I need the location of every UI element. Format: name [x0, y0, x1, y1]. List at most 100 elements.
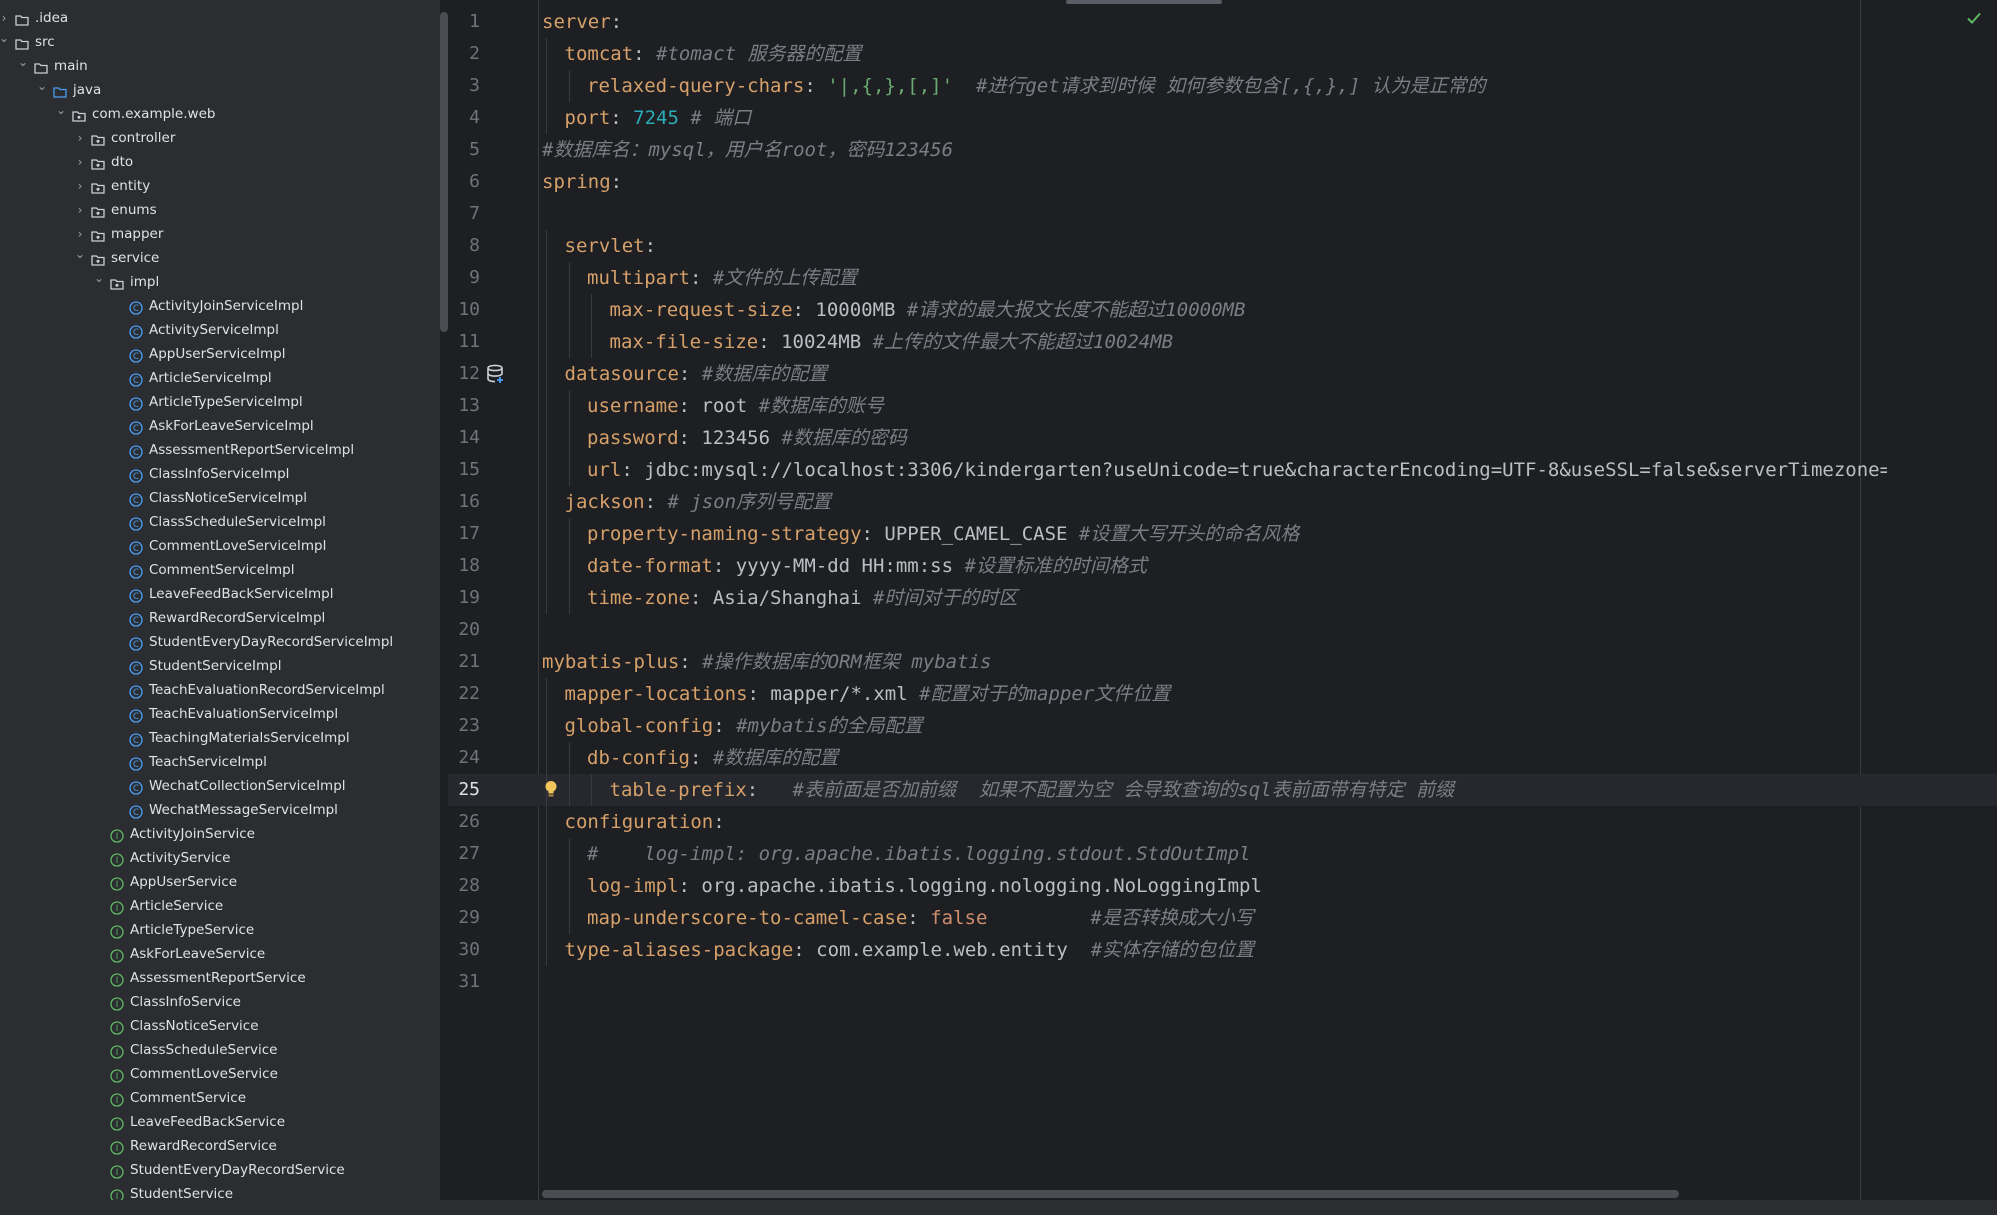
code-line[interactable]: 26 configuration: [448, 806, 1997, 838]
tree-item-leavefeedbackservice[interactable]: I LeaveFeedBackService [0, 1110, 440, 1134]
project-tree-panel[interactable]: › .idea ⌄ src ⌄ main ⌄ java ⌄ com.example.web › con… [0, 0, 440, 1200]
check-icon[interactable] [1966, 10, 1982, 26]
chevron-right-icon[interactable]: › [73, 198, 87, 222]
tree-item-classscheduleservice[interactable]: I ClassScheduleService [0, 1038, 440, 1062]
chevron-down-icon[interactable]: ⌄ [92, 266, 106, 290]
tree-item-activityservice[interactable]: I ActivityService [0, 846, 440, 870]
project-tree-scrollbar[interactable] [440, 12, 448, 332]
code-line[interactable]: 31 [448, 966, 1997, 998]
tree-item-dto[interactable]: › dto [0, 150, 440, 174]
tree-item-src[interactable]: ⌄ src [0, 30, 440, 54]
tree-item-activityjoinserviceimpl[interactable]: C ActivityJoinServiceImpl [0, 294, 440, 318]
code-line[interactable]: 9 multipart: #文件的上传配置 [448, 262, 1997, 294]
code-line[interactable]: 18 date-format: yyyy-MM-dd HH:mm:ss #设置标准… [448, 550, 1997, 582]
code-line[interactable]: 16 jackson: # json序列号配置 [448, 486, 1997, 518]
tree-item-activityserviceimpl[interactable]: C ActivityServiceImpl [0, 318, 440, 342]
code-line[interactable]: 17 property-naming-strategy: UPPER_CAMEL_… [448, 518, 1997, 550]
chevron-right-icon[interactable]: › [73, 126, 87, 150]
tree-item-activityjoinservice[interactable]: I ActivityJoinService [0, 822, 440, 846]
tree-item-impl[interactable]: ⌄ impl [0, 270, 440, 294]
code-line[interactable]: 15 url: jdbc:mysql://localhost:3306/kinde… [448, 454, 1997, 486]
tree-item-service[interactable]: ⌄ service [0, 246, 440, 270]
code-line[interactable]: 27 # log-impl: org.apache.ibatis.logging.… [448, 838, 1997, 870]
chevron-down-icon[interactable]: ⌄ [16, 50, 30, 74]
tree-item-rewardrecordservice[interactable]: I RewardRecordService [0, 1134, 440, 1158]
tree-item-articleserviceimpl[interactable]: C ArticleServiceImpl [0, 366, 440, 390]
code-line[interactable]: 1 server: [448, 6, 1997, 38]
tree-item-assessmentreportserviceimpl[interactable]: C AssessmentReportServiceImpl [0, 438, 440, 462]
code-line[interactable]: 2 tomcat: #tomact 服务器的配置 [448, 38, 1997, 70]
tree-item-leavefeedbackserviceimpl[interactable]: C LeaveFeedBackServiceImpl [0, 582, 440, 606]
tree-item-classscheduleserviceimpl[interactable]: C ClassScheduleServiceImpl [0, 510, 440, 534]
tree-item-teachserviceimpl[interactable]: C TeachServiceImpl [0, 750, 440, 774]
code-line[interactable]: 11 max-file-size: 10024MB #上传的文件最大不能超过100… [448, 326, 1997, 358]
tree-item-entity[interactable]: › entity [0, 174, 440, 198]
tree-item-rewardrecordserviceimpl[interactable]: C RewardRecordServiceImpl [0, 606, 440, 630]
tree-item-commentservice[interactable]: I CommentService [0, 1086, 440, 1110]
code-line[interactable]: 19 time-zone: Asia/Shanghai #时间对于的时区 [448, 582, 1997, 614]
code-line[interactable]: 6 spring: [448, 166, 1997, 198]
code-line[interactable]: 14 password: 123456 #数据库的密码 [448, 422, 1997, 454]
code-line[interactable]: 22 mapper-locations: mapper/*.xml #配置对于的m… [448, 678, 1997, 710]
tree-item-studentservice[interactable]: I StudentService [0, 1182, 440, 1200]
tree-item-studenteverydayrecordservice[interactable]: I StudentEveryDayRecordService [0, 1158, 440, 1182]
tree-item-articletypeserviceimpl[interactable]: C ArticleTypeServiceImpl [0, 390, 440, 414]
chevron-right-icon[interactable]: › [73, 174, 87, 198]
chevron-down-icon[interactable]: ⌄ [73, 242, 87, 266]
code-line[interactable]: 21 mybatis-plus: #操作数据库的ORM框架 mybatis [448, 646, 1997, 678]
tree-item-wechatcollectionserviceimpl[interactable]: C WechatCollectionServiceImpl [0, 774, 440, 798]
tree-item-classnoticeservice[interactable]: I ClassNoticeService [0, 1014, 440, 1038]
tree-item-articletypeservice[interactable]: I ArticleTypeService [0, 918, 440, 942]
tree-item-wechatmessageserviceimpl[interactable]: C WechatMessageServiceImpl [0, 798, 440, 822]
tree-item-mapper[interactable]: › mapper [0, 222, 440, 246]
chevron-down-icon[interactable]: ⌄ [35, 74, 49, 98]
tree-item-commentserviceimpl[interactable]: C CommentServiceImpl [0, 558, 440, 582]
code-line[interactable]: 20 [448, 614, 1997, 646]
tree-item-controller[interactable]: › controller [0, 126, 440, 150]
code-line[interactable]: 12 datasource: #数据库的配置 [448, 358, 1997, 390]
tree-item-classinfoserviceimpl[interactable]: C ClassInfoServiceImpl [0, 462, 440, 486]
code-line[interactable]: 23 global-config: #mybatis的全局配置 [448, 710, 1997, 742]
code-line[interactable]: 8 servlet: [448, 230, 1997, 262]
tab-strip-scroll-thumb[interactable] [1066, 0, 1222, 4]
tree-item-teachevaluationserviceimpl[interactable]: C TeachEvaluationServiceImpl [0, 702, 440, 726]
code-editor[interactable]: 1 server: 2 tomcat: #tomact 服务器的配置 3 relaxed-… [448, 0, 1997, 1200]
tree-item-teachingmaterialsserviceimpl[interactable]: C TeachingMaterialsServiceImpl [0, 726, 440, 750]
tree-item-classnoticeserviceimpl[interactable]: C ClassNoticeServiceImpl [0, 486, 440, 510]
code-line[interactable]: 7 [448, 198, 1997, 230]
chevron-right-icon[interactable]: › [73, 150, 87, 174]
tree-item-classinfoservice[interactable]: I ClassInfoService [0, 990, 440, 1014]
tree-item-com-example-web[interactable]: ⌄ com.example.web [0, 102, 440, 126]
tree-item-askforleaveserviceimpl[interactable]: C AskForLeaveServiceImpl [0, 414, 440, 438]
tree-item--idea[interactable]: › .idea [0, 6, 440, 30]
tree-item-studentserviceimpl[interactable]: C StudentServiceImpl [0, 654, 440, 678]
tree-item-askforleaveservice[interactable]: I AskForLeaveService [0, 942, 440, 966]
package-icon [91, 203, 105, 218]
code-line[interactable]: 5 #数据库名：mysql，用户名root，密码123456 [448, 134, 1997, 166]
code-line[interactable]: 28 log-impl: org.apache.ibatis.logging.no… [448, 870, 1997, 902]
tree-item-commentloveserviceimpl[interactable]: C CommentLoveServiceImpl [0, 534, 440, 558]
code-line[interactable]: 25 table-prefix: #表前面是否加前缀 如果不配置为空 会导致查询的… [448, 774, 1997, 806]
code-line[interactable]: 4 port: 7245 # 端口 [448, 102, 1997, 134]
code-line[interactable]: 24 db-config: #数据库的配置 [448, 742, 1997, 774]
lightbulb-icon[interactable] [544, 780, 558, 798]
horizontal-scrollbar[interactable] [542, 1190, 1679, 1198]
code-line[interactable]: 30 type-aliases-package: com.example.web.… [448, 934, 1997, 966]
tree-item-assessmentreportservice[interactable]: I AssessmentReportService [0, 966, 440, 990]
tree-item-commentloveservice[interactable]: I CommentLoveService [0, 1062, 440, 1086]
code-line[interactable]: 10 max-request-size: 10000MB #请求的最大报文长度不能… [448, 294, 1997, 326]
code-line[interactable]: 3 relaxed-query-chars: '|,{,},[,]' #进行get… [448, 70, 1997, 102]
chevron-down-icon[interactable]: ⌄ [0, 26, 11, 50]
tree-item-appuserserviceimpl[interactable]: C AppUserServiceImpl [0, 342, 440, 366]
tree-item-studenteverydayrecordserviceimpl[interactable]: C StudentEveryDayRecordServiceImpl [0, 630, 440, 654]
chevron-down-icon[interactable]: ⌄ [54, 98, 68, 122]
line-number: 5 [469, 139, 480, 160]
tree-item-appuserservice[interactable]: I AppUserService [0, 870, 440, 894]
code-line[interactable]: 13 username: root #数据库的账号 [448, 390, 1997, 422]
tree-item-main[interactable]: ⌄ main [0, 54, 440, 78]
tree-item-articleservice[interactable]: I ArticleService [0, 894, 440, 918]
database-icon[interactable] [486, 364, 506, 384]
tree-item-enums[interactable]: › enums [0, 198, 440, 222]
code-line[interactable]: 29 map-underscore-to-camel-case: false #是… [448, 902, 1997, 934]
tree-item-teachevaluationrecordserviceimpl[interactable]: C TeachEvaluationRecordServiceImpl [0, 678, 440, 702]
